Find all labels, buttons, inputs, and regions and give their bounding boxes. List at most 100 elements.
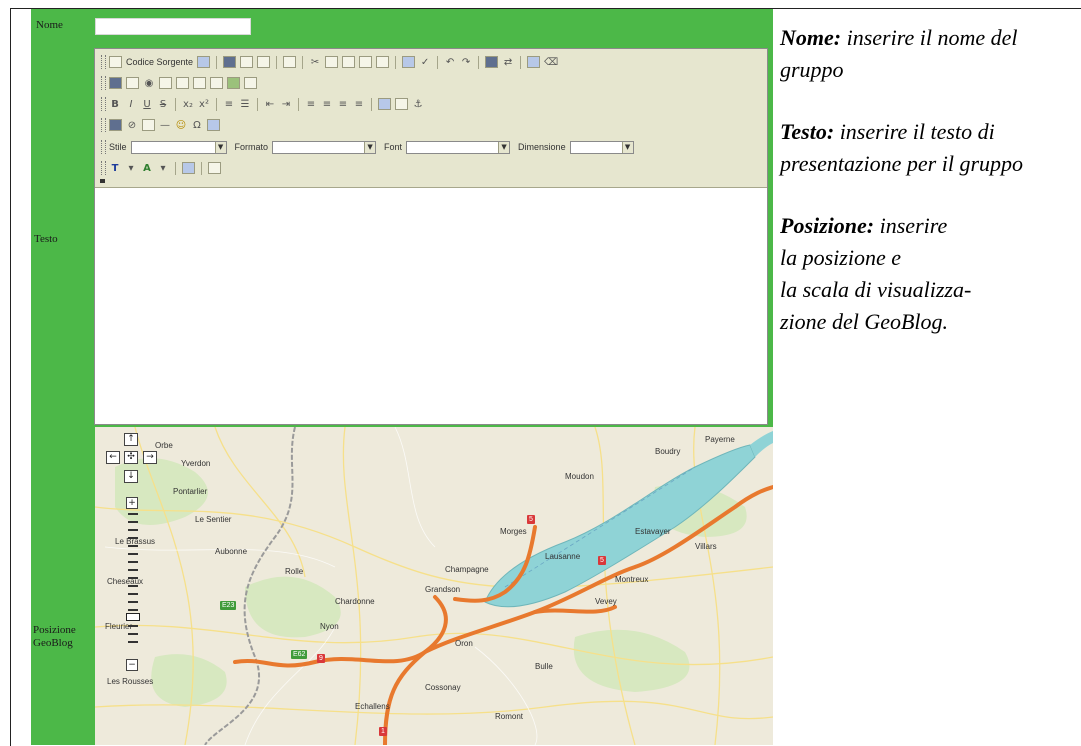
toolbar-collapse-icon[interactable] [100,179,105,183]
maximize-icon[interactable] [182,162,195,174]
chevron-down-icon[interactable]: ▾ [125,163,137,174]
pan-up-icon[interactable]: ↑ [124,433,138,446]
chevron-down-icon[interactable]: ▼ [498,141,510,153]
text-color-icon[interactable]: T [109,163,121,174]
pan-center-icon[interactable]: ✣ [124,451,138,464]
align-center-icon[interactable]: ≡ [321,99,333,110]
textarea-icon[interactable] [176,77,189,89]
font-combo[interactable]: Font ▼ [384,140,511,154]
map-label: Montreux [615,575,649,584]
select-all-icon[interactable] [527,56,541,68]
map-label: Boudry [655,447,681,456]
indent-icon[interactable]: ⇥ [280,99,292,110]
background-color-icon[interactable]: A [141,163,153,174]
format-label: Formato [234,142,269,152]
replace-icon[interactable]: ⇄ [502,57,514,68]
separator [201,161,202,175]
special-char-icon[interactable]: Ω [191,120,203,131]
superscript-icon[interactable]: x² [198,99,210,110]
italic-icon[interactable]: I [125,99,137,110]
hidden-field-icon[interactable] [244,77,257,89]
paste-icon[interactable] [342,56,356,68]
checkbox-icon[interactable] [126,77,139,89]
subscript-icon[interactable]: x₂ [182,99,194,110]
bulleted-list-icon[interactable]: ☰ [239,99,251,110]
chevron-down-icon[interactable]: ▼ [364,141,376,153]
style-select[interactable]: ▼ [130,140,227,154]
page-break-icon[interactable] [207,119,220,131]
paste-word-icon[interactable] [376,56,390,68]
nome-label: Nome [36,19,63,31]
table-icon[interactable] [142,119,155,131]
zoom-slider[interactable] [126,513,140,663]
geoblog-map[interactable]: ↑ ← ✣ → ↓ + − Yverdon Orbe Pontarlier Le… [95,427,773,745]
format-select[interactable]: ▼ [272,140,377,154]
chevron-down-icon[interactable]: ▼ [214,141,226,153]
underline-icon[interactable]: U [141,99,153,110]
save-icon[interactable] [197,56,211,68]
paste-text-icon[interactable] [359,56,373,68]
redo-icon[interactable]: ↷ [460,57,472,68]
textfield-icon[interactable] [159,77,172,89]
preview-icon[interactable] [257,56,271,68]
zoom-out-icon[interactable]: − [126,659,138,671]
pan-right-icon[interactable]: → [143,451,157,464]
source-button[interactable]: Codice Sorgente [126,57,193,67]
map-label: Echallens [355,702,390,711]
outdent-icon[interactable]: ⇤ [264,99,276,110]
anchor-icon[interactable]: ⚓ [412,99,424,110]
zoom-handle[interactable] [126,613,140,621]
nome-input[interactable] [95,18,251,35]
form-icon[interactable] [109,77,122,89]
image-icon[interactable] [109,119,122,131]
copy-icon[interactable] [325,56,339,68]
zoom-in-icon[interactable]: + [126,497,138,509]
image-button-icon[interactable] [227,77,240,89]
strike-icon[interactable]: S [157,99,169,110]
align-left-icon[interactable]: ≡ [305,99,317,110]
size-combo[interactable]: Dimensione ▼ [518,140,634,154]
select-field-icon[interactable] [193,77,206,89]
pan-left-icon[interactable]: ← [106,451,120,464]
templates-icon[interactable] [283,56,297,68]
chevron-down-icon[interactable]: ▼ [621,141,633,153]
align-right-icon[interactable]: ≡ [337,99,349,110]
toolbar-row-1: Codice Sorgente ✂ ✓ ↶ ↷ ⇄ ⌫ [109,54,558,70]
map-label: Orbe [155,441,173,450]
pan-down-icon[interactable]: ↓ [124,470,138,483]
editor-toolbar: Codice Sorgente ✂ ✓ ↶ ↷ ⇄ ⌫ ◉ B I U S x₂… [95,49,767,188]
format-combo[interactable]: Formato ▼ [234,140,377,154]
flash-icon[interactable]: ⊘ [126,120,138,131]
style-combo[interactable]: Stile ▼ [109,140,227,154]
remove-format-icon[interactable]: ⌫ [544,57,558,68]
unlink-icon[interactable] [395,98,408,110]
map-label: Fleurier [105,622,133,631]
cut-icon[interactable]: ✂ [309,57,321,68]
horizontal-rule-icon[interactable]: — [159,120,171,131]
spellcheck-icon[interactable]: ✓ [419,57,431,68]
size-select[interactable]: ▼ [569,140,634,154]
find-icon[interactable] [485,56,499,68]
toolbar-row-5: Stile ▼ Formato ▼ Font ▼ Dimensione ▼ [109,139,634,155]
separator [175,97,176,111]
new-page-icon[interactable] [240,56,254,68]
smiley-icon[interactable]: ☺ [175,120,187,131]
undo-icon[interactable]: ↶ [444,57,456,68]
map-label: Aubonne [215,547,248,556]
print-icon[interactable] [402,56,416,68]
chevron-down-icon[interactable]: ▾ [157,163,169,174]
map-label: Bulle [535,662,553,671]
justify-icon[interactable]: ≡ [353,99,365,110]
numbered-list-icon[interactable]: ≡ [223,99,235,110]
button-icon[interactable] [210,77,223,89]
separator [395,55,397,69]
link-icon[interactable] [378,98,391,110]
source-icon[interactable] [109,56,122,68]
font-select[interactable]: ▼ [406,140,511,154]
radio-icon[interactable]: ◉ [143,78,155,89]
editor-content-area[interactable] [95,188,767,424]
style-label: Stile [109,142,127,152]
bold-icon[interactable]: B [109,99,121,110]
save-disk-icon[interactable] [223,56,237,68]
show-blocks-icon[interactable] [208,162,221,174]
